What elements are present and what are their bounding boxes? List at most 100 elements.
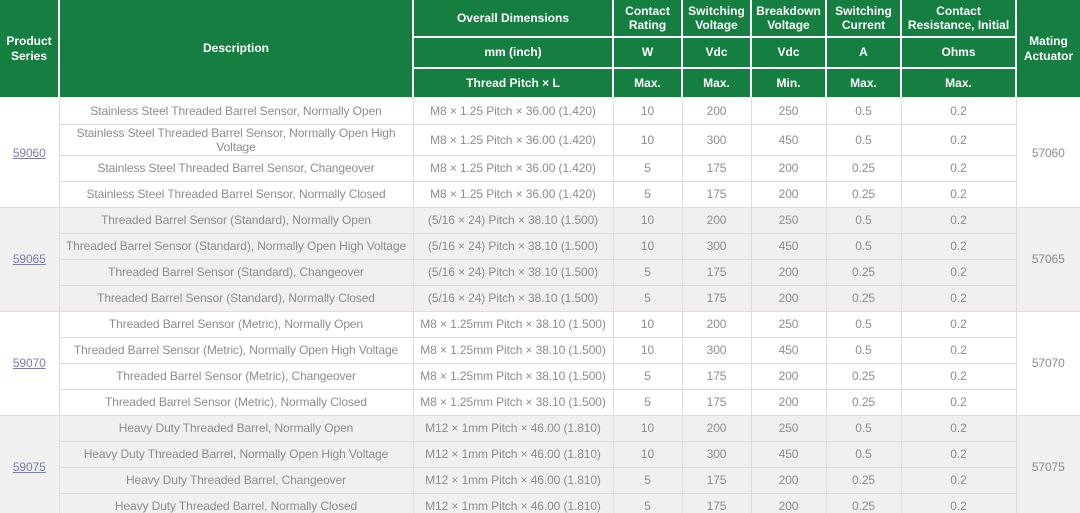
breakdown-voltage-cell: 200 — [751, 363, 826, 389]
dimensions-cell: M8 × 1.25mm Pitch × 38.10 (1.500) — [413, 337, 613, 363]
contact-rating-cell: 10 — [613, 124, 682, 155]
switching-voltage-cell: 300 — [682, 441, 751, 467]
switching-voltage-cell: 175 — [682, 363, 751, 389]
dimensions-cell: M8 × 1.25 Pitch × 36.00 (1.420) — [413, 98, 613, 124]
product-spec-table: Product Series Description Overall Dimen… — [0, 0, 1080, 513]
dimensions-cell: M12 × 1mm Pitch × 46.00 (1.810) — [413, 493, 613, 513]
contact-resistance-cell: 0.2 — [901, 415, 1016, 441]
contact-resistance-cell: 0.2 — [901, 285, 1016, 311]
switching-current-cell: 0.25 — [826, 363, 901, 389]
description-cell: Stainless Steel Threaded Barrel Sensor, … — [59, 181, 413, 207]
header-overall-dimensions: Overall Dimensions — [413, 0, 613, 37]
table-row: 59065Threaded Barrel Sensor (Standard), … — [0, 207, 1080, 233]
switching-current-cell: 0.25 — [826, 181, 901, 207]
contact-rating-cell: 5 — [613, 285, 682, 311]
description-cell: Threaded Barrel Sensor (Standard), Norma… — [59, 207, 413, 233]
header-limit-breakdown-voltage: Min. — [751, 68, 826, 98]
header-unit-contact-resistance: Ohms — [901, 37, 1016, 68]
switching-current-cell: 0.5 — [826, 441, 901, 467]
table-row: Threaded Barrel Sensor (Metric), Normall… — [0, 337, 1080, 363]
switching-voltage-cell: 200 — [682, 98, 751, 124]
description-cell: Threaded Barrel Sensor (Standard), Chang… — [59, 259, 413, 285]
description-cell: Threaded Barrel Sensor (Metric), Changeo… — [59, 363, 413, 389]
dimensions-cell: (5/16 × 24) Pitch × 38.10 (1.500) — [413, 207, 613, 233]
switching-current-cell: 0.25 — [826, 389, 901, 415]
contact-rating-cell: 10 — [613, 311, 682, 337]
header-unit-switching-voltage: Vdc — [682, 37, 751, 68]
table-row: Stainless Steel Threaded Barrel Sensor, … — [0, 155, 1080, 181]
header-limit-contact-rating: Max. — [613, 68, 682, 98]
contact-resistance-cell: 0.2 — [901, 363, 1016, 389]
breakdown-voltage-cell: 200 — [751, 285, 826, 311]
switching-current-cell: 0.25 — [826, 493, 901, 513]
switching-voltage-cell: 175 — [682, 181, 751, 207]
table-row: 59075Heavy Duty Threaded Barrel, Normall… — [0, 415, 1080, 441]
contact-rating-cell: 5 — [613, 181, 682, 207]
contact-resistance-cell: 0.2 — [901, 233, 1016, 259]
dimensions-cell: M8 × 1.25 Pitch × 36.00 (1.420) — [413, 155, 613, 181]
switching-current-cell: 0.25 — [826, 285, 901, 311]
switching-current-cell: 0.5 — [826, 124, 901, 155]
switching-voltage-cell: 175 — [682, 285, 751, 311]
contact-rating-cell: 10 — [613, 415, 682, 441]
product-series-cell: 59060 — [0, 98, 59, 207]
switching-current-cell: 0.5 — [826, 311, 901, 337]
switching-voltage-cell: 300 — [682, 124, 751, 155]
contact-rating-cell: 5 — [613, 467, 682, 493]
dimensions-cell: M8 × 1.25mm Pitch × 38.10 (1.500) — [413, 389, 613, 415]
header-contact-resistance: Contact Resistance, Initial — [901, 0, 1016, 37]
contact-rating-cell: 5 — [613, 389, 682, 415]
header-breakdown-voltage: Breakdown Voltage — [751, 0, 826, 37]
description-cell: Threaded Barrel Sensor (Standard), Norma… — [59, 233, 413, 259]
description-cell: Heavy Duty Threaded Barrel, Normally Ope… — [59, 441, 413, 467]
contact-rating-cell: 10 — [613, 233, 682, 259]
table-row: Heavy Duty Threaded Barrel, ChangeoverM1… — [0, 467, 1080, 493]
breakdown-voltage-cell: 200 — [751, 259, 826, 285]
product-series-link[interactable]: 59070 — [13, 356, 46, 370]
contact-resistance-cell: 0.2 — [901, 493, 1016, 513]
contact-rating-cell: 10 — [613, 441, 682, 467]
contact-resistance-cell: 0.2 — [901, 467, 1016, 493]
contact-rating-cell: 5 — [613, 259, 682, 285]
header-contact-rating: Contact Rating — [613, 0, 682, 37]
description-cell: Stainless Steel Threaded Barrel Sensor, … — [59, 124, 413, 155]
description-cell: Threaded Barrel Sensor (Metric), Normall… — [59, 311, 413, 337]
product-series-link[interactable]: 59065 — [13, 252, 46, 266]
product-series-link[interactable]: 59060 — [13, 146, 46, 160]
switching-current-cell: 0.5 — [826, 233, 901, 259]
table-row: Stainless Steel Threaded Barrel Sensor, … — [0, 124, 1080, 155]
table-row: Threaded Barrel Sensor (Standard), Norma… — [0, 233, 1080, 259]
product-series-cell: 59065 — [0, 207, 59, 311]
breakdown-voltage-cell: 200 — [751, 181, 826, 207]
product-series-link[interactable]: 59075 — [13, 460, 46, 474]
contact-rating-cell: 5 — [613, 155, 682, 181]
mating-actuator-cell: 57075 — [1016, 415, 1080, 513]
header-limit-dimensions: Thread Pitch × L — [413, 68, 613, 98]
breakdown-voltage-cell: 200 — [751, 493, 826, 513]
contact-rating-cell: 10 — [613, 207, 682, 233]
dimensions-cell: M12 × 1mm Pitch × 46.00 (1.810) — [413, 441, 613, 467]
breakdown-voltage-cell: 450 — [751, 441, 826, 467]
breakdown-voltage-cell: 250 — [751, 311, 826, 337]
breakdown-voltage-cell: 250 — [751, 207, 826, 233]
contact-resistance-cell: 0.2 — [901, 311, 1016, 337]
switching-voltage-cell: 200 — [682, 311, 751, 337]
contact-rating-cell: 5 — [613, 363, 682, 389]
breakdown-voltage-cell: 200 — [751, 467, 826, 493]
switching-current-cell: 0.25 — [826, 259, 901, 285]
dimensions-cell: (5/16 × 24) Pitch × 38.10 (1.500) — [413, 285, 613, 311]
contact-resistance-cell: 0.2 — [901, 124, 1016, 155]
table-row: Threaded Barrel Sensor (Standard), Chang… — [0, 259, 1080, 285]
contact-resistance-cell: 0.2 — [901, 207, 1016, 233]
description-cell: Threaded Barrel Sensor (Standard), Norma… — [59, 285, 413, 311]
header-description: Description — [59, 0, 413, 98]
header-limit-switching-voltage: Max. — [682, 68, 751, 98]
switching-voltage-cell: 175 — [682, 493, 751, 513]
table-header: Product Series Description Overall Dimen… — [0, 0, 1080, 98]
product-series-cell: 59075 — [0, 415, 59, 513]
dimensions-cell: M12 × 1mm Pitch × 46.00 (1.810) — [413, 415, 613, 441]
contact-rating-cell: 5 — [613, 493, 682, 513]
product-series-cell: 59070 — [0, 311, 59, 415]
dimensions-cell: M8 × 1.25mm Pitch × 38.10 (1.500) — [413, 311, 613, 337]
description-cell: Heavy Duty Threaded Barrel, Normally Ope… — [59, 415, 413, 441]
